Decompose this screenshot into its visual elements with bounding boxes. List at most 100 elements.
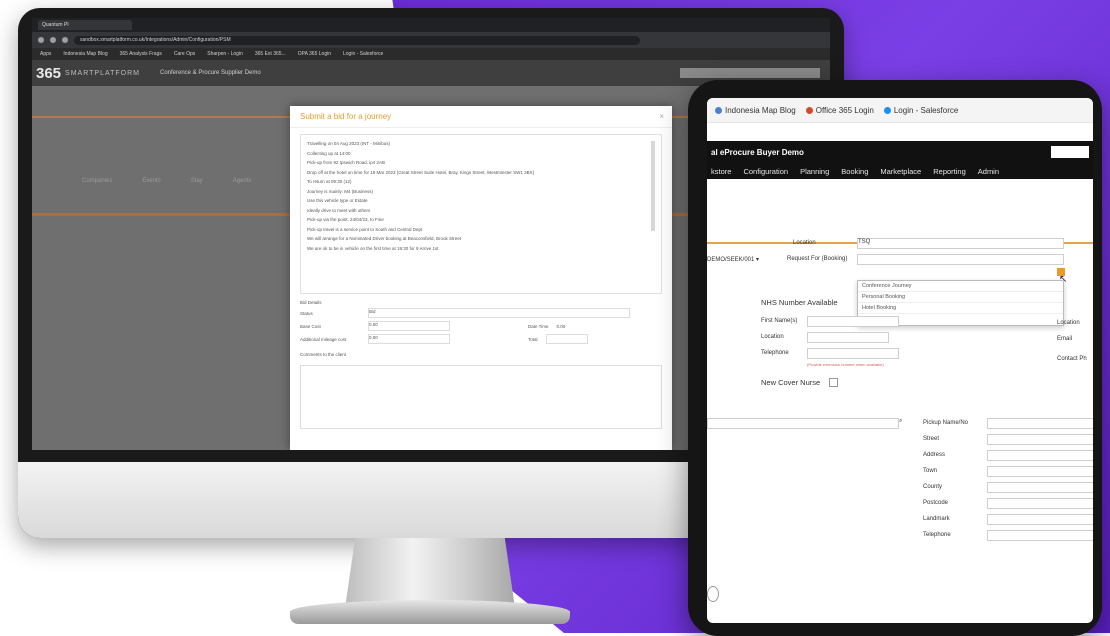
base-cost-field[interactable]: 0.00 [368,321,450,331]
first-name-field[interactable] [807,316,899,327]
submit-bid-modal: Submit a bid for a journey × Travelling … [290,106,672,450]
right-label: Location [1057,320,1080,326]
nav-item[interactable]: Admin [978,167,999,176]
first-name-label: First Name(s) [761,318,798,324]
additional-cost-row: Additional mileage cost 0.00 Total [300,334,662,344]
app-logo-text: SMARTPLATFORM [65,69,140,77]
modal-title: Submit a bid for a journey [290,106,672,128]
close-icon[interactable]: × [659,112,664,121]
background-label: Events [142,178,161,184]
comments-row: Comments to the client [300,352,662,357]
county-label: County [923,484,943,490]
telephone2-field[interactable] [987,530,1093,541]
tablet-search-input[interactable] [1051,146,1089,158]
bookmark-item[interactable]: Login - Salesforce [343,51,383,57]
nav-item[interactable]: kstore [711,167,731,176]
telephone-hint: (Provide extension number when available… [807,362,884,367]
journey-line: Pick-up travel is a service point to Sou… [307,226,423,232]
location-label: Location [793,240,816,246]
app-background-row: Companies Events Stay Agents [82,178,251,184]
telephone-field[interactable] [807,348,899,359]
left-select[interactable]: DEMO/SEEK/001 ▾ [707,256,759,263]
bookmark-item[interactable]: Indonesia Map Blog [63,51,107,57]
postcode-field[interactable] [987,498,1093,509]
help-icon[interactable] [707,586,719,602]
journey-line: To return at 09:30 (12) [307,179,352,184]
request-for-select[interactable] [857,254,1064,265]
address-field[interactable] [987,450,1093,461]
total-field[interactable] [545,334,588,344]
date-time-value: 0.00 [556,323,566,329]
new-cover-nurse-label: New Cover Nurse [761,378,821,387]
bookmark-label: Login - Salesforce [893,105,959,115]
status-row: Status Bid [300,308,662,318]
street-field[interactable] [987,434,1093,445]
browser-tab-strip: Quantum PI [32,18,830,32]
browser-tab[interactable]: Quantum PI [38,20,132,30]
cloud-icon [883,106,891,114]
address-label: Address [923,452,946,458]
nav-item[interactable]: Configuration [743,167,788,176]
journey-line: Pick-up via the point: 24/04/23, to Fine [307,217,384,222]
browser-toolbar: sandbox.smartplatform.co.uk/Integrations… [32,32,830,48]
landmark-label: Landmark [923,516,950,522]
request-for-label: Request For (Booking) [787,256,848,262]
bid-heading-row: Bid Details [300,300,662,305]
nav-item[interactable]: Marketplace [880,167,921,176]
additional-cost-field[interactable]: 0.00 [368,334,450,344]
nav-item[interactable]: Booking [841,167,868,176]
scrollbar[interactable] [651,141,655,231]
bookmark-item[interactable]: Apps [40,51,51,57]
address-bar[interactable]: sandbox.smartplatform.co.uk/Integrations… [74,35,640,45]
header-search-input[interactable] [680,68,820,78]
bookmark-item[interactable]: 365 Analysis Frags [120,51,162,57]
location2-field[interactable] [807,332,889,343]
bookmark-item[interactable]: Office 365 Login [805,106,874,115]
base-cost-row: Base Cost 0.00 Date Time 0.00 [300,321,662,331]
dropdown-option[interactable]: Hotel Booking [858,303,1063,314]
app-logo[interactable]: 365 [36,65,61,82]
new-cover-nurse-checkbox[interactable] [829,378,838,387]
tablet-main-nav: kstore Configuration Planning Booking Ma… [707,163,1093,179]
town-field[interactable] [987,466,1093,477]
forward-icon[interactable] [50,37,56,43]
bookmark-item[interactable]: Sharpen - Login [207,51,243,57]
background-label: Agents [232,178,252,184]
nav-item[interactable]: Planning [800,167,829,176]
journey-line: Journey is mainly: M4 (Business) [307,188,374,194]
county-field[interactable] [987,482,1093,493]
bookmark-item[interactable]: Login - Salesforce [883,105,959,115]
back-icon[interactable] [38,37,44,43]
pickup-name-field[interactable] [987,418,1093,429]
journey-line: Ideally drive to meet with others [307,207,371,213]
bookmark-label: Indonesia Map Blog [725,105,796,115]
comments-textarea[interactable] [300,365,662,429]
background-label: Stay [190,178,203,184]
tablet-app-title: al eProcure Buyer Demo [711,147,804,157]
dropdown-option[interactable]: Personal Booking [858,292,1063,303]
status-field[interactable]: Bid [368,308,630,318]
bid-heading: Bid Details [300,300,322,305]
search-icon[interactable]: ⌕ [899,418,902,425]
search-address-field[interactable] [707,418,899,429]
monitor-stand [345,538,515,608]
bookmark-item[interactable]: 365 Ext 365... [255,51,286,57]
landmark-field[interactable] [987,514,1093,525]
nav-item[interactable]: Reporting [933,167,966,176]
reload-icon[interactable] [62,37,68,43]
journey-line: Collecting up at 14:00 [307,150,351,156]
app-title: Conference & Procure Supplier Demo [160,70,261,76]
dropdown-option[interactable]: Conference Journey [858,281,1063,292]
journey-line: Pick-up from 92 Ipswich Road, ip4 2AB [307,160,386,165]
additional-cost-label: Additional mileage cost [300,336,347,342]
total-label: Total [528,336,538,342]
bookmark-item[interactable]: Care Ops [174,51,195,57]
bookmark-item[interactable]: OPA 365 Login [298,51,331,57]
journey-line: Drop off at the hotel on time for 19 Mar… [307,169,535,175]
location-select[interactable]: TSQ [857,238,1064,249]
right-label: Contact Ph [1057,356,1087,362]
journey-line: Use this vehicle type or Estate [307,198,368,203]
bookmark-item[interactable]: Indonesia Map Blog [715,106,796,115]
telephone-label: Telephone [761,350,789,356]
postcode-label: Postcode [923,500,949,506]
